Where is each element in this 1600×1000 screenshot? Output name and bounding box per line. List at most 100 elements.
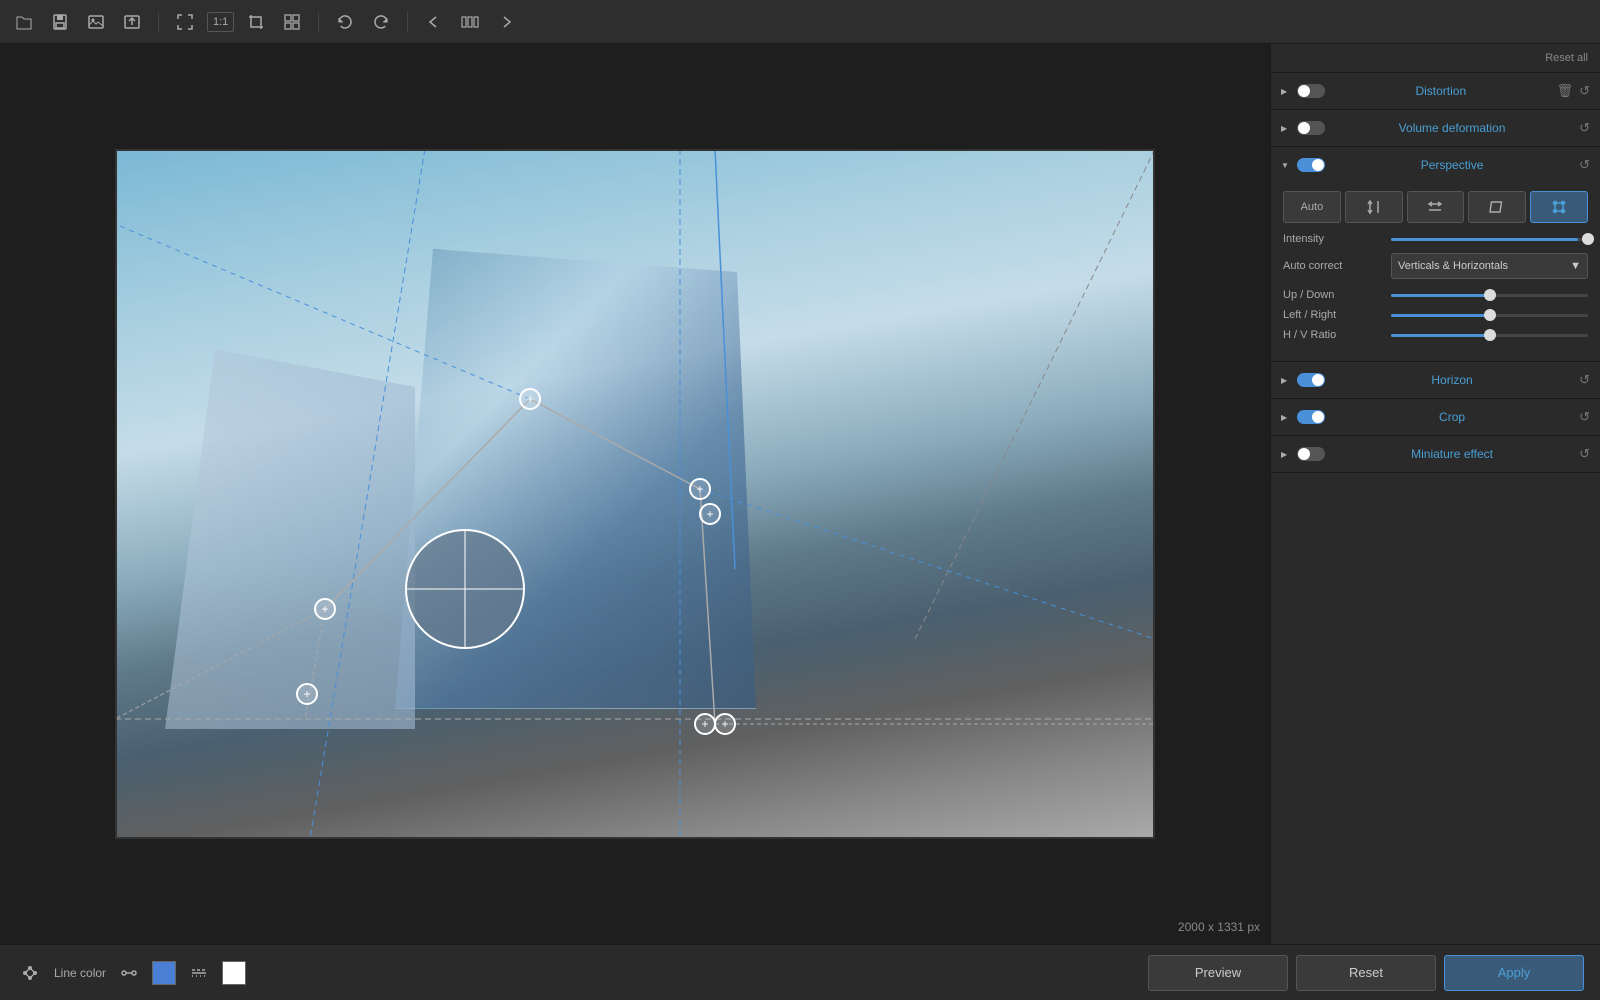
sep3: [407, 12, 408, 32]
save-icon[interactable]: [46, 8, 74, 36]
next-icon[interactable]: [492, 8, 520, 36]
zoom-label[interactable]: 1:1: [207, 12, 234, 32]
sep1: [158, 12, 159, 32]
photo-background: + + + + + + +: [115, 149, 1155, 839]
reset-button[interactable]: Reset: [1296, 955, 1436, 991]
auto-correct-select[interactable]: Verticals & Horizontals ▼: [1391, 253, 1588, 279]
image-dimensions: 2000 x 1331 px: [1178, 920, 1260, 934]
updown-fill: [1391, 294, 1490, 297]
line-color-label: Line color: [54, 966, 106, 980]
volume-toggle[interactable]: [1297, 121, 1325, 135]
undo-icon[interactable]: [331, 8, 359, 36]
miniature-toggle[interactable]: [1297, 447, 1325, 461]
section-miniature-header[interactable]: ▶ Miniature effect ↺: [1271, 436, 1600, 472]
apply-button[interactable]: Apply: [1444, 955, 1584, 991]
mode-custom-btn[interactable]: [1530, 191, 1588, 223]
canvas-area[interactable]: + + + + + + + 2000 x 1331 px: [0, 44, 1270, 944]
hvratio-fill: [1391, 334, 1490, 337]
distortion-reset-icon[interactable]: ↺: [1579, 83, 1590, 99]
perspective-arrow: ▼: [1281, 161, 1291, 170]
bottom-nodes-icon[interactable]: [16, 959, 44, 987]
section-crop-header[interactable]: ▶ Crop ↺: [1271, 399, 1600, 435]
main-area: + + + + + + + 2000 x 1331 px Reset all: [0, 44, 1600, 944]
zoom-fit-icon[interactable]: [171, 8, 199, 36]
hvratio-slider[interactable]: [1391, 334, 1588, 337]
line-tool-icon[interactable]: [116, 960, 142, 986]
section-distortion-header[interactable]: ▶ Distortion 🗑 ↺: [1271, 73, 1600, 109]
crop-arrow: ▶: [1281, 413, 1291, 422]
miniature-reset-icon[interactable]: ↺: [1579, 446, 1590, 462]
volume-arrow: ▶: [1281, 124, 1291, 133]
bottom-right-area: Preview Reset Apply: [1148, 955, 1584, 991]
dropdown-arrow: ▼: [1570, 260, 1581, 272]
intensity-slider[interactable]: [1391, 238, 1588, 241]
mode-auto-btn[interactable]: Auto: [1283, 191, 1341, 223]
section-horizon-header[interactable]: ▶ Horizon ↺: [1271, 362, 1600, 398]
ctrl-point-bottom-right2[interactable]: +: [714, 713, 736, 735]
ctrl-point-top[interactable]: +: [519, 388, 541, 410]
updown-thumb[interactable]: [1484, 289, 1496, 301]
section-perspective-header[interactable]: ▼ Perspective ↺: [1271, 147, 1600, 183]
line-style-icon[interactable]: [186, 960, 212, 986]
horizon-toggle[interactable]: [1297, 373, 1325, 387]
section-crop: ▶ Crop ↺: [1271, 399, 1600, 436]
ctrl-point-left[interactable]: +: [314, 598, 336, 620]
distortion-trash-icon[interactable]: 🗑: [1557, 83, 1574, 99]
redo-icon[interactable]: [367, 8, 395, 36]
volume-title: Volume deformation: [1331, 121, 1573, 135]
line-color-swatch-blue[interactable]: [152, 961, 176, 985]
updown-label: Up / Down: [1283, 289, 1383, 301]
distortion-arrow: ▶: [1281, 87, 1291, 96]
crop-toggle[interactable]: [1297, 410, 1325, 424]
perspective-title: Perspective: [1331, 158, 1573, 172]
crop-reset-icon[interactable]: ↺: [1579, 409, 1590, 425]
updown-slider[interactable]: [1391, 294, 1588, 297]
prev-icon[interactable]: [420, 8, 448, 36]
perspective-toggle[interactable]: [1297, 158, 1325, 172]
reset-all-button[interactable]: Reset all: [1271, 44, 1600, 73]
leftright-row: Left / Right: [1283, 309, 1588, 321]
auto-correct-label: Auto correct: [1283, 260, 1383, 272]
intensity-row: Intensity: [1283, 233, 1588, 245]
horizon-reset-icon[interactable]: ↺: [1579, 372, 1590, 388]
hvratio-row: H / V Ratio: [1283, 329, 1588, 341]
distortion-toggle[interactable]: [1297, 84, 1325, 98]
ctrl-point-bottom-right[interactable]: +: [694, 713, 716, 735]
image-icon[interactable]: [82, 8, 110, 36]
bottom-toolbar: Line color Preview Reset Apply: [0, 944, 1600, 1000]
line-color-swatch-white[interactable]: [222, 961, 246, 985]
miniature-arrow: ▶: [1281, 450, 1291, 459]
ctrl-point-right2[interactable]: +: [699, 503, 721, 525]
section-perspective: ▼ Perspective ↺ Auto: [1271, 147, 1600, 362]
mode-free-btn[interactable]: [1468, 191, 1526, 223]
section-distortion: ▶ Distortion 🗑 ↺: [1271, 73, 1600, 110]
leftright-slider[interactable]: [1391, 314, 1588, 317]
building-left: [165, 349, 415, 729]
ctrl-point-right[interactable]: +: [689, 478, 711, 500]
perspective-content: Auto: [1271, 183, 1600, 361]
intensity-thumb[interactable]: [1582, 233, 1594, 245]
section-miniature: ▶ Miniature effect ↺: [1271, 436, 1600, 473]
hvratio-thumb[interactable]: [1484, 329, 1496, 341]
perspective-reset-icon[interactable]: ↺: [1579, 157, 1590, 173]
section-volume-header[interactable]: ▶ Volume deformation ↺: [1271, 110, 1600, 146]
auto-correct-value: Verticals & Horizontals: [1398, 260, 1508, 272]
leftright-fill: [1391, 314, 1490, 317]
sep2: [318, 12, 319, 32]
intensity-fill: [1391, 238, 1578, 241]
distortion-title: Distortion: [1331, 84, 1551, 98]
folder-icon[interactable]: [10, 8, 38, 36]
perspective-modes-row: Auto: [1283, 191, 1588, 223]
mode-horizontal-btn[interactable]: [1407, 191, 1465, 223]
image-container: + + + + + + +: [115, 149, 1155, 839]
ctrl-point-left2[interactable]: +: [296, 683, 318, 705]
volume-reset-icon[interactable]: ↺: [1579, 120, 1590, 136]
horizon-arrow: ▶: [1281, 376, 1291, 385]
crop-tool-icon[interactable]: [242, 8, 270, 36]
leftright-thumb[interactable]: [1484, 309, 1496, 321]
slideshow-icon[interactable]: [456, 8, 484, 36]
export-icon[interactable]: [118, 8, 146, 36]
grid-icon[interactable]: [278, 8, 306, 36]
mode-vertical-btn[interactable]: [1345, 191, 1403, 223]
preview-button[interactable]: Preview: [1148, 955, 1288, 991]
